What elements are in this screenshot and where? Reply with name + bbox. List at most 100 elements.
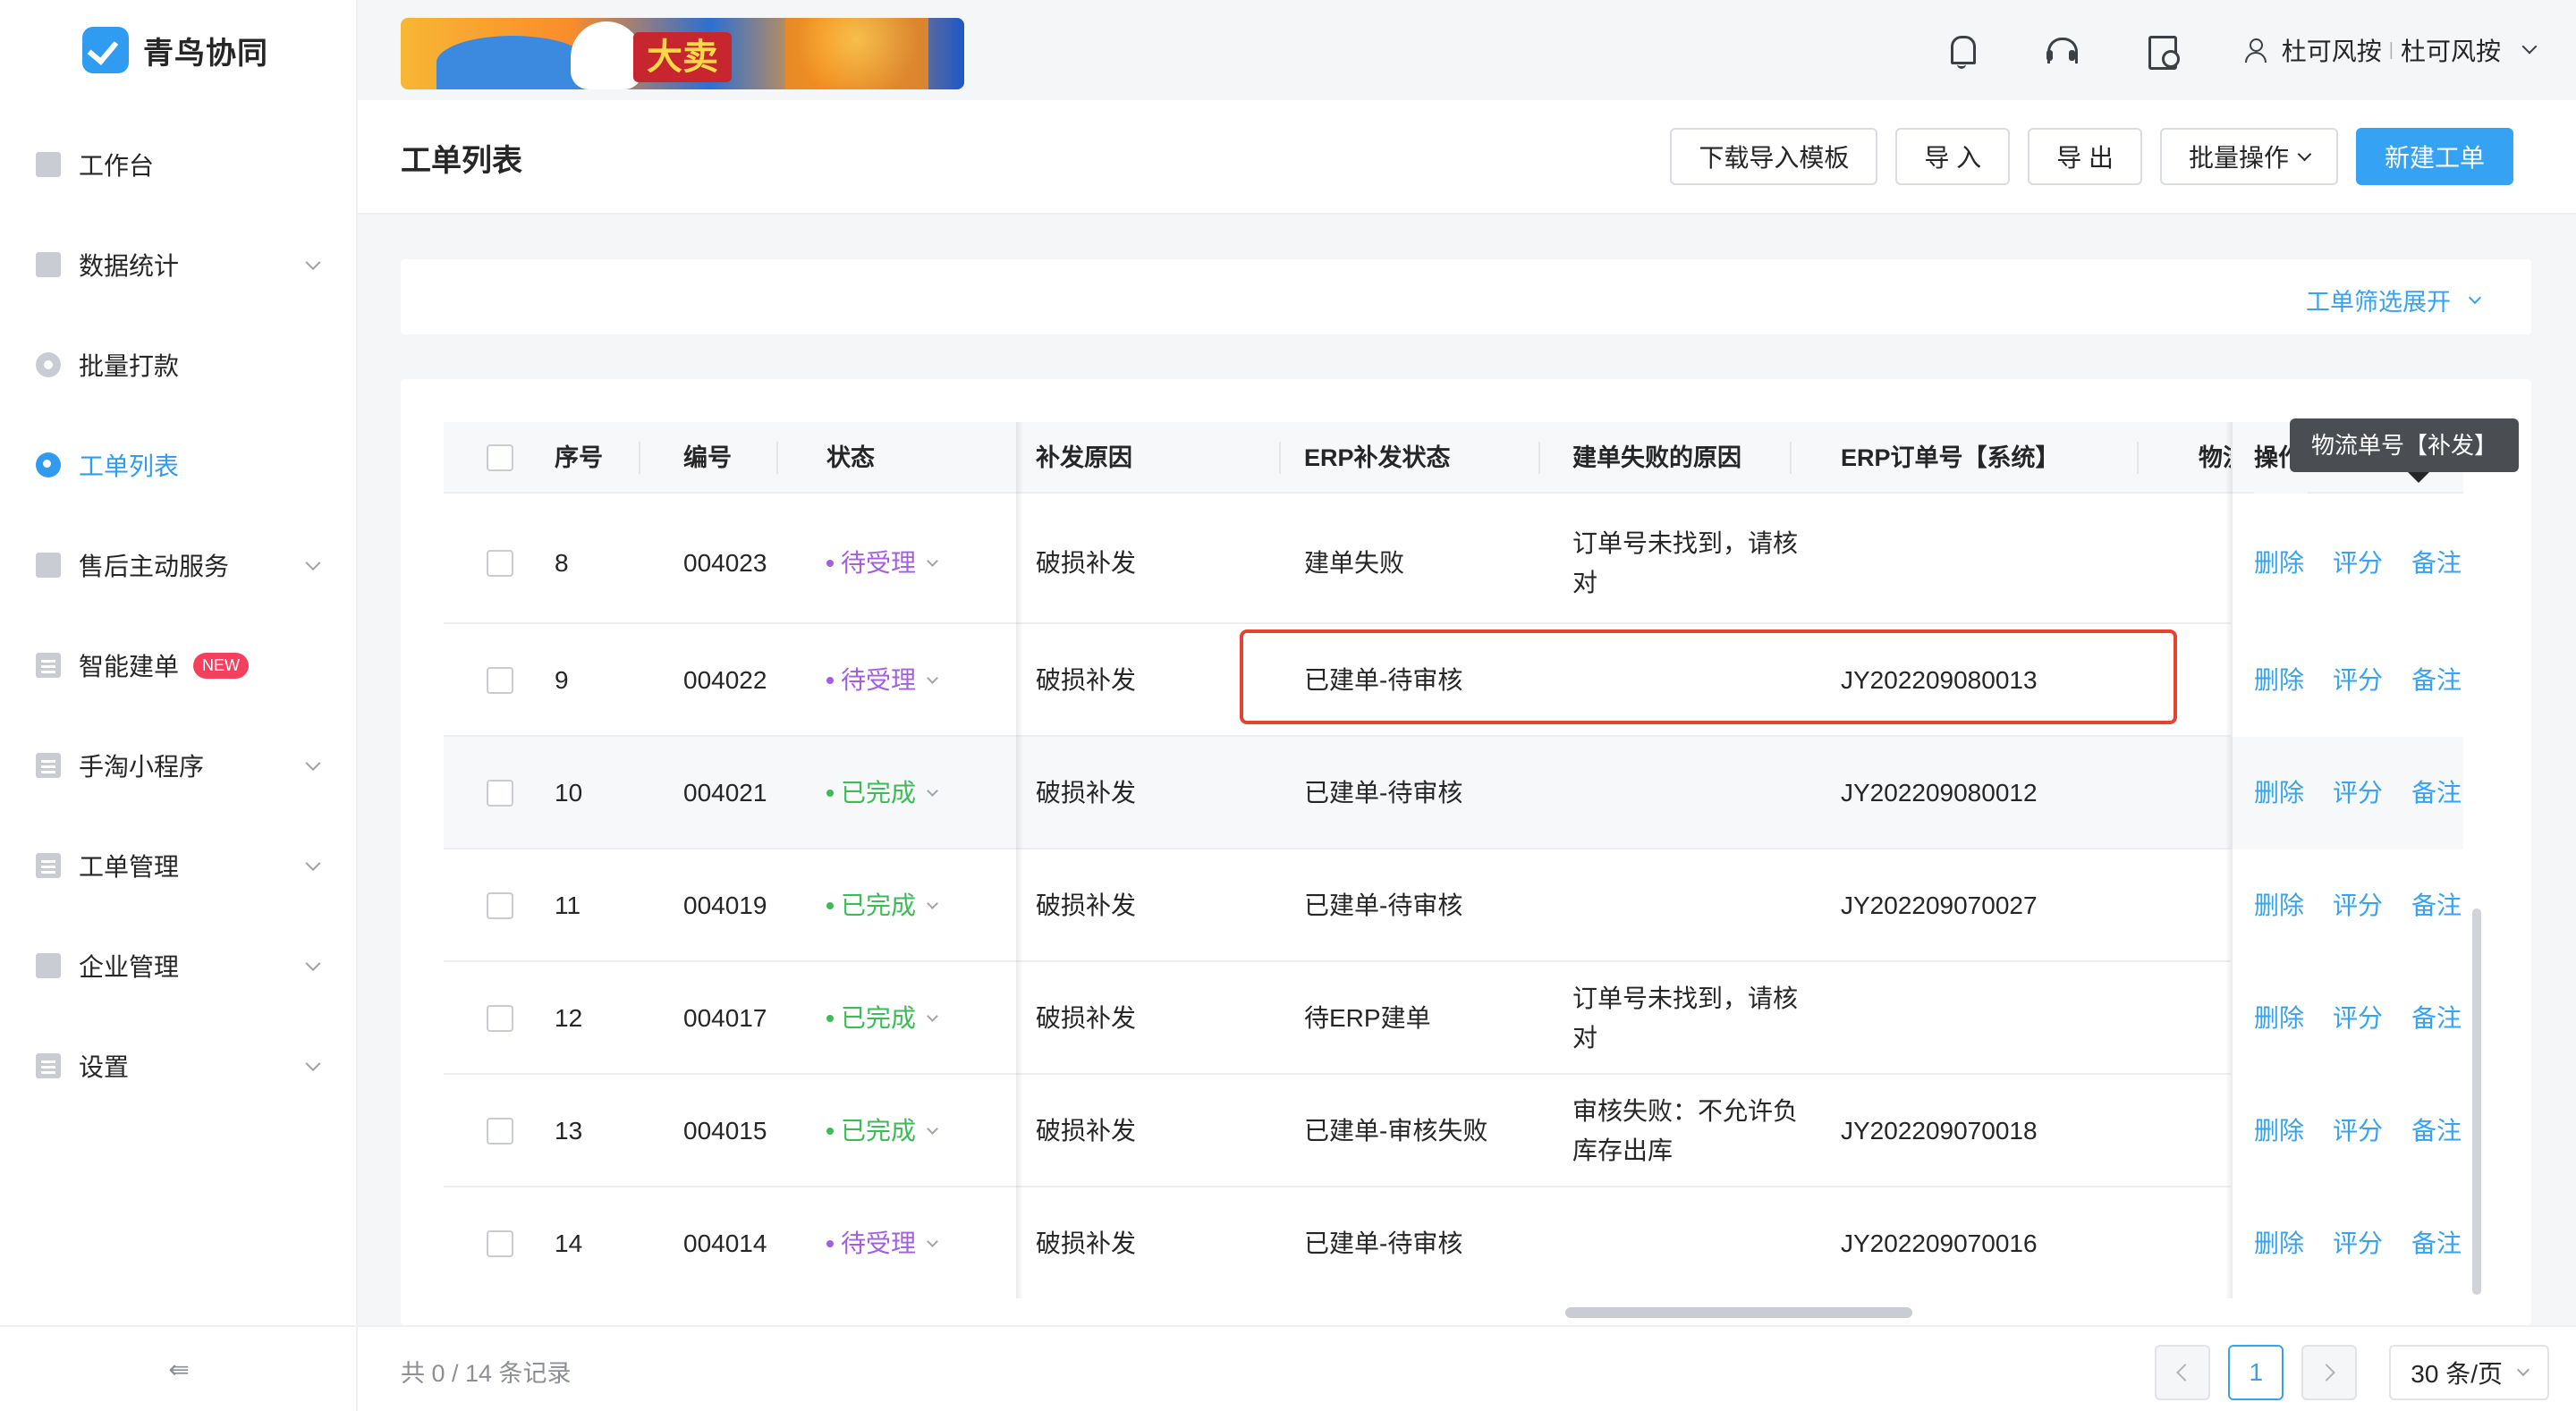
status-label: 待受理 — [841, 549, 917, 577]
horizontal-scrollbar[interactable] — [1565, 1307, 1912, 1318]
promo-banner[interactable]: 大卖 — [401, 18, 964, 89]
table-row[interactable]: 13 004015 已完成 破损补发 已建单-审核失败 审核失败：不允许负库存出库 JY20… — [444, 1075, 2463, 1187]
fail-reason-cell — [1572, 1187, 1814, 1298]
user-menu[interactable]: 杜可风按 | 杜可风按 — [2244, 32, 2538, 68]
sidebar-item[interactable]: 企业管理 — [0, 916, 358, 1016]
lucky-cat-image — [571, 21, 642, 89]
status-dot — [826, 1128, 834, 1135]
top-icons: 杜可风按 | 杜可风按 — [1944, 0, 2576, 100]
row-checkbox[interactable] — [487, 892, 513, 919]
row-select-cell — [487, 737, 513, 849]
column-divider — [776, 442, 778, 474]
row-checkbox[interactable] — [487, 667, 513, 694]
pagination-bar: 共 0 / 14 条记录 1 30 条/页 — [358, 1325, 2576, 1411]
status-label: 已完成 — [841, 779, 917, 807]
select-all-checkbox[interactable] — [487, 444, 513, 471]
batch-actions-label: 批量操作 — [2188, 144, 2289, 172]
sidebar-item[interactable]: 手淘小程序 — [0, 715, 358, 815]
erp-status-cell: 已建单-待审核 — [1304, 1229, 1463, 1257]
page-number-button[interactable]: 1 — [2228, 1345, 2284, 1400]
sidebar-item[interactable]: 工作台 — [0, 114, 358, 215]
sidebar-item[interactable]: 批量打款 — [0, 315, 358, 415]
next-page-button[interactable] — [2301, 1345, 2358, 1400]
status-cell[interactable]: 已完成 — [826, 849, 938, 962]
batch-actions-button[interactable]: 批量操作 — [2159, 128, 2338, 185]
status-cell[interactable]: 已完成 — [826, 1075, 938, 1187]
table-row[interactable]: 10 004021 已完成 破损补发 已建单-待审核 JY202209080012 删除 评分… — [444, 737, 2463, 849]
status-dot — [826, 677, 834, 684]
fail-reason-cell: 订单号未找到，请核对 — [1572, 984, 1799, 1052]
sidebar-item[interactable]: 设置 — [0, 1016, 358, 1116]
seq-cell: 14 — [555, 1229, 583, 1257]
column-header-erp-status[interactable]: ERP补发状态 — [1304, 422, 1540, 494]
column-header-status[interactable]: 状态 — [826, 422, 875, 494]
sidebar-item[interactable]: 售后主动服务 — [0, 515, 358, 615]
vertical-scrollbar[interactable] — [2472, 908, 2481, 1295]
banner-text: 大卖 — [633, 32, 732, 82]
prev-page-button[interactable] — [2155, 1345, 2211, 1400]
collapse-menu-icon[interactable]: ⇚ — [0, 1325, 358, 1411]
row-checkbox[interactable] — [487, 780, 513, 807]
code-cell: 004017 — [683, 1004, 767, 1032]
record-total: 共 0 / 14 条记录 — [401, 1360, 572, 1387]
reason-cell: 破损补发 — [1036, 779, 1137, 807]
row-checkbox[interactable] — [487, 1005, 513, 1032]
fail-reason-cell: 审核失败：不允许负库存出库 — [1572, 1097, 1799, 1164]
row-checkbox[interactable] — [487, 550, 513, 577]
fixed-column-shadow — [1016, 422, 1023, 1298]
sidebar-item[interactable]: 工单管理 — [0, 815, 358, 916]
status-cell[interactable]: 已完成 — [826, 737, 938, 849]
column-divider — [1279, 442, 1281, 474]
table-row[interactable]: 11 004019 已完成 破损补发 已建单-待审核 JY202209070027 删除 评分… — [444, 849, 2463, 962]
row-select-cell — [487, 1075, 513, 1187]
column-header-fail-reason[interactable]: 建单失败的原因 — [1572, 422, 1792, 494]
status-cell[interactable]: 已完成 — [826, 962, 938, 1075]
sidebar-item[interactable]: 数据统计 — [0, 215, 358, 315]
table-row[interactable]: 14 004014 待受理 破损补发 已建单-待审核 JY202209070016 删除 评分… — [444, 1187, 2463, 1298]
status-label: 待受理 — [841, 666, 917, 694]
sidebar-item-label: 智能建单 — [79, 653, 180, 680]
seq-cell: 12 — [555, 1004, 583, 1032]
new-order-button[interactable]: 新建工单 — [2355, 128, 2513, 185]
column-header-code[interactable]: 编号 — [683, 422, 778, 494]
erp-status-cell: 已建单-待审核 — [1304, 779, 1463, 807]
status-cell[interactable]: 待受理 — [826, 1187, 938, 1298]
sidebar-item[interactable]: 智能建单 NEW — [0, 615, 358, 715]
import-button[interactable]: 导 入 — [1895, 128, 2011, 185]
table-row[interactable]: 12 004017 已完成 破损补发 待ERP建单 订单号未找到，请核对 删除 评分 备注 — [444, 962, 2463, 1075]
select-all-cell — [487, 422, 513, 494]
row-checkbox[interactable] — [487, 1118, 513, 1145]
table-row[interactable]: 8 004023 待受理 破损补发 建单失败 订单号未找到，请核对 删除 评分 备注 — [444, 503, 2463, 624]
app-logo[interactable]: 青鸟协同 — [82, 27, 268, 73]
new-badge: NEW — [193, 652, 250, 679]
row-select-cell — [487, 503, 513, 624]
sidebar-item[interactable]: 工单列表 — [0, 415, 358, 515]
chevron-down-icon — [305, 956, 321, 972]
status-cell[interactable]: 待受理 — [826, 624, 938, 737]
seq-cell: 8 — [555, 549, 569, 577]
erp-status-cell: 已建单-待审核 — [1304, 891, 1463, 919]
top-bar: 大卖 杜可风按 | 杜可风按 — [358, 0, 2576, 100]
calendar-clock-icon[interactable] — [2144, 32, 2180, 70]
filter-expand-toggle[interactable]: 工单筛选展开 — [2306, 283, 2482, 317]
column-header-seq[interactable]: 序号 — [555, 422, 640, 494]
page-size-label: 30 条/页 — [2411, 1360, 2503, 1388]
chevron-down-icon — [2521, 38, 2538, 55]
chevron-down-icon — [927, 1010, 938, 1022]
headset-icon[interactable] — [2044, 32, 2080, 68]
monitor-icon — [36, 152, 61, 177]
bar-chart-icon — [36, 252, 61, 277]
row-checkbox[interactable] — [487, 1230, 513, 1257]
column-header-erp-order[interactable]: ERP订单号【系统】 — [1841, 422, 2139, 494]
erp-order-cell: JY202209070018 — [1841, 1117, 2038, 1145]
download-template-button[interactable]: 下载导入模板 — [1670, 128, 1878, 185]
column-header-reason[interactable]: 补发原因 — [1036, 422, 1281, 494]
code-cell: 004023 — [683, 549, 767, 577]
status-cell[interactable]: 待受理 — [826, 503, 938, 624]
chevron-down-icon — [2516, 1363, 2530, 1377]
row-select-cell — [487, 624, 513, 737]
export-button[interactable]: 导 出 — [2028, 128, 2142, 185]
chevron-down-icon — [2468, 291, 2482, 304]
bell-icon[interactable] — [1944, 32, 1979, 69]
page-size-select[interactable]: 30 条/页 — [2389, 1345, 2549, 1400]
